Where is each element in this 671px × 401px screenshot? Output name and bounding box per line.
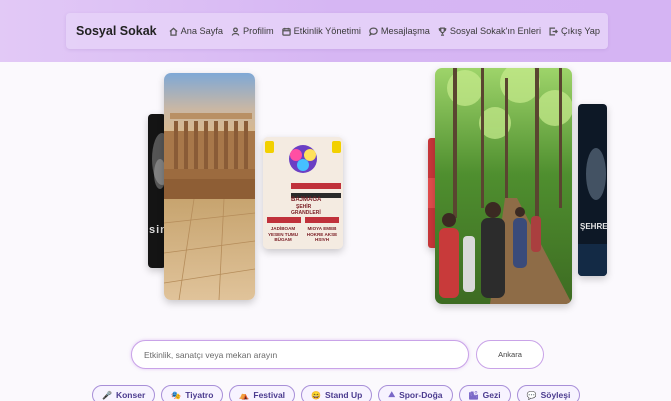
search-input[interactable] xyxy=(132,341,468,368)
nav-logout-label: Çıkış Yap xyxy=(561,26,601,36)
carousel-card-dark-right[interactable]: ŞEHRE xyxy=(578,104,607,276)
nav-event-management-label: Etkinlik Yönetimi xyxy=(293,26,361,36)
nav-event-management[interactable]: Etkinlik Yönetimi xyxy=(281,26,361,36)
search-box xyxy=(131,340,469,369)
category-chip-gezi[interactable]: 🏙 Gezi xyxy=(458,385,511,401)
dark-poster-right-text: ŞEHRE xyxy=(580,222,607,231)
category-chip-konser[interactable]: 🎤 Konser xyxy=(92,385,156,401)
poster-right-block: MIOYA EMEB HOKRE AKSE HSIVH xyxy=(306,226,338,242)
category-label: Konser xyxy=(115,390,146,400)
calendar-icon xyxy=(281,27,291,36)
logout-icon xyxy=(549,26,559,36)
category-label: Tiyatro xyxy=(185,390,214,400)
category-chip-festival[interactable]: ⛺ Festival xyxy=(229,385,296,401)
category-label: Stand Up xyxy=(325,390,363,400)
laughing-face-icon: 😄 xyxy=(311,390,322,400)
travel-icon: 🏙 xyxy=(468,390,479,400)
nav-home[interactable]: Ana Sayfa xyxy=(169,26,223,36)
category-chip-standup[interactable]: 😄 Stand Up xyxy=(301,385,373,401)
carousel-card-event-poster[interactable]: BAJMAGA ŞEHİR GRANDLERİ JADİBOAM YESEN T… xyxy=(263,137,343,249)
poster-title-line1: BAJMAGA xyxy=(291,197,322,203)
city-selector-button[interactable]: Ankara xyxy=(476,340,544,369)
festival-tent-icon: ⛺ xyxy=(239,390,250,400)
trophy-icon xyxy=(438,26,447,36)
speech-bubble-icon: 💬 xyxy=(526,390,537,400)
category-filter-row: 🎤 Konser 🎭 Tiyatro ⛺ Festival 😄 Stand Up… xyxy=(92,385,581,401)
category-label: Spor-Doğa xyxy=(399,390,443,400)
microphone-icon: 🎤 xyxy=(102,390,112,400)
category-chip-spor-doga[interactable]: ⛰ Spor-Doğa xyxy=(378,385,453,401)
home-icon xyxy=(169,27,178,36)
top-navbar: Sosyal Sokak Ana Sayfa Profilim Etkinlik… xyxy=(66,13,608,49)
theater-masks-icon: 🎭 xyxy=(171,390,182,400)
nav-profile[interactable]: Profilim xyxy=(231,26,274,36)
outdoor-icon: ⛰ xyxy=(388,390,396,399)
category-chip-tiyatro[interactable]: 🎭 Tiyatro xyxy=(161,385,224,401)
category-label: Söyleşi xyxy=(540,390,571,400)
nav-profile-label: Profilim xyxy=(243,26,274,36)
anitkabir-image xyxy=(164,73,255,300)
carousel-card-forest-hike[interactable] xyxy=(435,68,572,304)
brand-logo-text[interactable]: Sosyal Sokak xyxy=(76,24,157,38)
poster-title-line3: GRANDLERİ xyxy=(291,210,321,216)
nav-bests-label: Sosyal Sokak'ın Enleri xyxy=(449,26,542,36)
nav-messaging[interactable]: Mesajlaşma xyxy=(368,26,430,36)
nav-home-label: Ana Sayfa xyxy=(180,26,224,36)
user-icon xyxy=(231,26,240,36)
poster-left-block: JADİBOAM YESEN TUMU BÜGAM xyxy=(267,226,299,242)
nav-bests[interactable]: Sosyal Sokak'ın Enleri xyxy=(438,26,541,36)
category-label: Gezi xyxy=(482,390,501,400)
carousel-card-anitkabir[interactable] xyxy=(164,73,255,300)
chat-bubble-icon xyxy=(368,26,378,36)
nav-logout[interactable]: Çıkış Yap xyxy=(549,26,600,36)
dark-concert-poster-image xyxy=(578,104,607,276)
forest-hike-image xyxy=(435,68,572,304)
category-label: Festival xyxy=(253,390,286,400)
category-chip-soylesi[interactable]: 💬 Söyleşi xyxy=(516,385,581,401)
nav-messaging-label: Mesajlaşma xyxy=(380,26,430,36)
